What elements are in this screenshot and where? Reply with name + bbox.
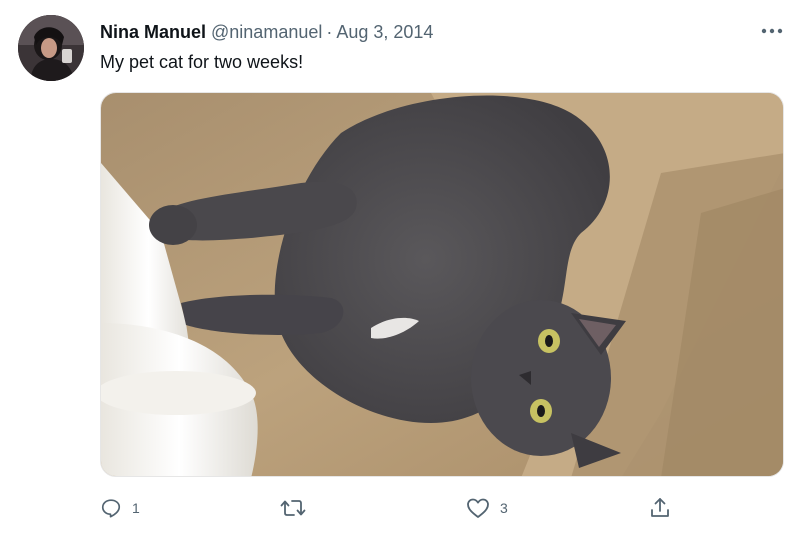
reply-count: 1 xyxy=(132,500,140,516)
like-count: 3 xyxy=(500,500,508,516)
share-button[interactable] xyxy=(648,491,672,525)
reply-icon xyxy=(101,499,121,518)
tweet-header: Nina Manuel @ninamanuel · Aug 3, 2014 xyxy=(100,20,433,44)
share-icon xyxy=(651,498,669,517)
author-display-name[interactable]: Nina Manuel xyxy=(100,20,206,44)
avatar-photo xyxy=(18,15,84,81)
header-separator: · xyxy=(326,22,333,42)
more-options-button[interactable] xyxy=(754,18,790,44)
cat-photo xyxy=(101,93,783,476)
reply-button[interactable]: 1 xyxy=(100,491,140,525)
tweet-date[interactable]: Aug 3, 2014 xyxy=(336,20,433,44)
author-handle[interactable]: @ninamanuel xyxy=(211,20,322,44)
tweet-media[interactable] xyxy=(100,92,784,477)
retweet-button[interactable] xyxy=(280,491,316,525)
retweet-icon xyxy=(280,500,306,516)
avatar[interactable] xyxy=(18,15,84,81)
more-icon xyxy=(761,28,783,34)
tweet-text: My pet cat for two weeks! xyxy=(100,52,304,72)
heart-icon xyxy=(467,498,489,518)
tweet-card[interactable]: Nina Manuel @ninamanuel · Aug 3, 2014 My… xyxy=(0,0,800,533)
like-button[interactable]: 3 xyxy=(466,491,508,525)
